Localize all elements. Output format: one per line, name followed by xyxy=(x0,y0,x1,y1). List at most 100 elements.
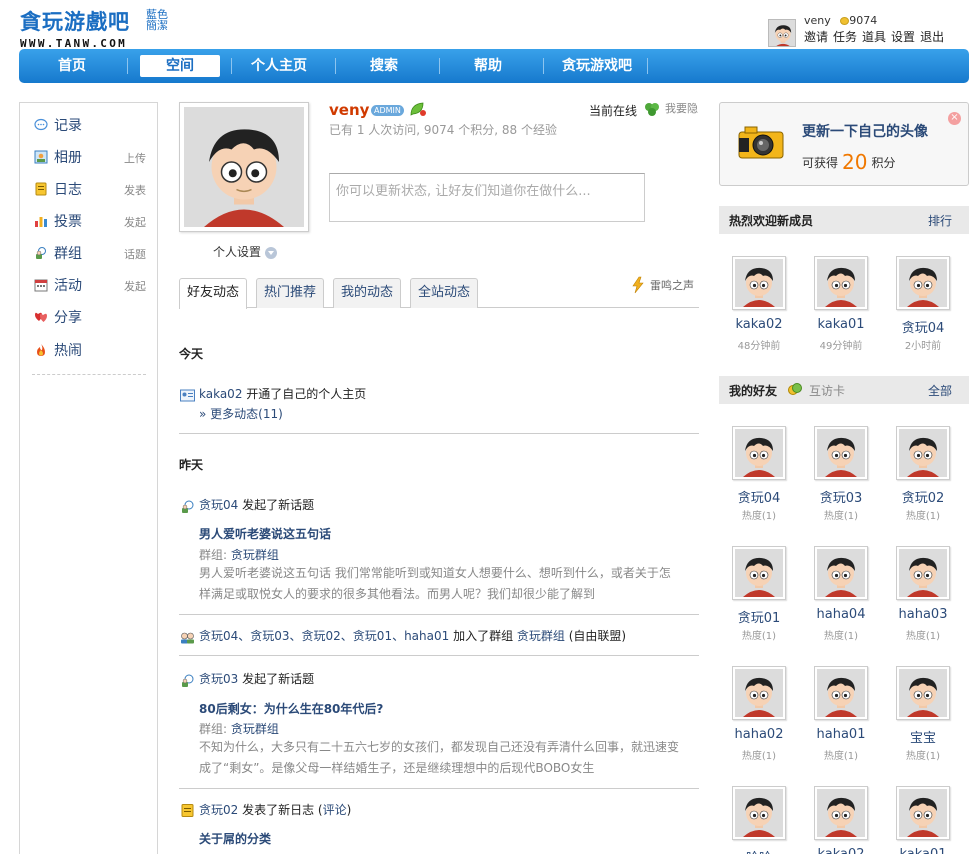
sidebar-item-group[interactable]: 群组 话题 xyxy=(34,243,146,263)
member-name[interactable]: kaka01 xyxy=(883,847,963,854)
promo-title-link[interactable]: 更新一下自己的头像 xyxy=(802,121,928,141)
member-name[interactable]: 贪玩04 xyxy=(883,317,963,336)
sidebar-action-start-event[interactable]: 发起 xyxy=(124,278,146,294)
member-name[interactable]: kaka02 xyxy=(719,317,799,332)
group-link[interactable]: 贪玩群组 xyxy=(231,722,279,736)
tab-hot-recommend[interactable]: 热门推荐 xyxy=(256,278,325,308)
member-card[interactable]: 哈哈 xyxy=(719,786,789,854)
sidebar-item-event[interactable]: 活动 发起 xyxy=(34,275,146,295)
ranking-link[interactable]: 排行 xyxy=(928,212,952,229)
topic-title-link[interactable]: 男人爱听老婆说这五句话 xyxy=(199,525,331,542)
profile-name[interactable]: veny xyxy=(329,101,369,119)
member-card[interactable]: kaka02 48分钟前 xyxy=(719,256,789,356)
member-card[interactable]: 宝宝 热度(1) xyxy=(883,666,953,766)
member-name[interactable]: 贪玩03 xyxy=(801,487,881,506)
member-avatar[interactable] xyxy=(896,546,950,600)
member-avatar[interactable] xyxy=(814,256,868,310)
member-avatar[interactable] xyxy=(896,256,950,310)
feed-users-link[interactable]: 贪玩04、贪玩03、贪玩02、贪玩01、haha01 xyxy=(199,629,449,643)
thunder-link[interactable]: 雷鸣之声 xyxy=(650,277,694,293)
member-card[interactable]: 贪玩04 2小时前 xyxy=(883,256,953,356)
tab-friends-feed[interactable]: 好友动态 xyxy=(179,278,248,309)
member-name[interactable]: haha03 xyxy=(883,607,963,622)
group-link[interactable]: 贪玩群组 xyxy=(517,629,565,643)
member-card[interactable]: haha03 热度(1) xyxy=(883,546,953,646)
member-name[interactable]: 贪玩01 xyxy=(719,607,799,626)
tab-my-feed[interactable]: 我的动态 xyxy=(333,278,402,308)
member-name[interactable]: 哈哈 xyxy=(719,847,799,854)
nav-game-bar[interactable]: 贪玩游戏吧 xyxy=(547,55,647,77)
member-avatar[interactable] xyxy=(732,786,786,840)
member-name[interactable]: kaka01 xyxy=(801,317,881,332)
member-card[interactable]: 贪玩03 热度(1) xyxy=(801,426,871,526)
sidebar-action-upload[interactable]: 上传 xyxy=(124,150,146,166)
all-friends-link[interactable]: 全部 xyxy=(928,382,952,399)
invite-link[interactable]: 邀请 xyxy=(804,30,828,44)
member-card[interactable]: kaka02 xyxy=(801,786,871,854)
member-name[interactable]: haha02 xyxy=(719,727,799,742)
feed-user-link[interactable]: 贪玩02 xyxy=(199,803,238,817)
nav-home[interactable]: 首页 xyxy=(41,55,103,77)
member-card[interactable]: 贪玩01 热度(1) xyxy=(719,546,789,646)
member-avatar[interactable] xyxy=(896,666,950,720)
topic-title-link[interactable]: 80后剩女：为什么生在80年代后? xyxy=(199,700,383,717)
sidebar-item-poll[interactable]: 投票 发起 xyxy=(34,211,146,231)
username[interactable]: veny xyxy=(804,14,831,27)
member-avatar[interactable] xyxy=(732,666,786,720)
close-icon[interactable]: × xyxy=(948,112,961,125)
site-logo[interactable]: 貪玩游戲吧 藍色簡潔 WWW.TANW.COM xyxy=(20,6,168,50)
member-name[interactable]: kaka02 xyxy=(801,847,881,854)
member-card[interactable]: kaka01 xyxy=(883,786,953,854)
member-name[interactable]: 宝宝 xyxy=(883,727,963,746)
member-name[interactable]: 贪玩02 xyxy=(883,487,963,506)
member-name[interactable]: haha04 xyxy=(801,607,881,622)
comment-link[interactable]: 评论 xyxy=(323,803,347,817)
member-avatar[interactable] xyxy=(814,546,868,600)
sidebar-action-start-poll[interactable]: 发起 xyxy=(124,214,146,230)
member-card[interactable]: haha04 热度(1) xyxy=(801,546,871,646)
member-avatar[interactable] xyxy=(814,786,868,840)
member-avatar[interactable] xyxy=(732,546,786,600)
member-avatar[interactable] xyxy=(896,786,950,840)
group-link[interactable]: 贪玩群组 xyxy=(231,548,279,562)
tools-link[interactable]: 道具 xyxy=(862,30,886,44)
sidebar-action-topic[interactable]: 话题 xyxy=(124,246,146,262)
task-link[interactable]: 任务 xyxy=(833,30,857,44)
sidebar-item-share[interactable]: 分享 xyxy=(34,307,146,327)
member-avatar[interactable] xyxy=(732,256,786,310)
nav-help[interactable]: 帮助 xyxy=(449,55,527,77)
feed-user-link[interactable]: kaka02 xyxy=(199,387,242,401)
member-avatar[interactable] xyxy=(732,426,786,480)
leaf-icon[interactable] xyxy=(409,101,427,117)
member-card[interactable]: kaka01 49分钟前 xyxy=(801,256,871,356)
sidebar-item-hot[interactable]: 热闹 xyxy=(34,340,146,360)
user-avatar[interactable] xyxy=(768,19,796,47)
more-feeds-link[interactable]: » 更多动态(11) xyxy=(199,405,283,422)
member-avatar[interactable] xyxy=(896,426,950,480)
member-name[interactable]: 贪玩04 xyxy=(719,487,799,506)
member-card[interactable]: 贪玩02 热度(1) xyxy=(883,426,953,526)
blog-title-link[interactable]: 关于屌的分类 xyxy=(199,830,271,847)
member-card[interactable]: 贪玩04 热度(1) xyxy=(719,426,789,526)
member-avatar[interactable] xyxy=(814,666,868,720)
status-input[interactable]: 你可以更新状态, 让好友们知道你在做什么... xyxy=(329,173,645,222)
profile-avatar[interactable] xyxy=(179,102,309,232)
sidebar-item-record[interactable]: 记录 xyxy=(34,115,146,135)
tab-site-feed[interactable]: 全站动态 xyxy=(410,278,479,308)
nav-space[interactable]: 空间 xyxy=(140,55,220,77)
sidebar-item-blog[interactable]: 日志 发表 xyxy=(34,179,146,199)
feed-user-link[interactable]: 贪玩03 xyxy=(199,672,238,686)
logout-link[interactable]: 退出 xyxy=(920,30,944,44)
member-avatar[interactable] xyxy=(814,426,868,480)
sidebar-item-album[interactable]: 相册 上传 xyxy=(34,147,146,167)
sidebar-action-publish[interactable]: 发表 xyxy=(124,182,146,198)
member-card[interactable]: haha02 热度(1) xyxy=(719,666,789,766)
visit-card-link[interactable]: 互访卡 xyxy=(809,382,845,399)
member-name[interactable]: haha01 xyxy=(801,727,881,742)
go-invisible-link[interactable]: 我要隐 xyxy=(665,100,698,116)
feed-user-link[interactable]: 贪玩04 xyxy=(199,498,238,512)
profile-settings-link[interactable]: 个人设置 xyxy=(213,243,278,260)
nav-search[interactable]: 搜索 xyxy=(345,55,423,77)
settings-link[interactable]: 设置 xyxy=(891,30,915,44)
nav-profile[interactable]: 个人主页 xyxy=(239,55,319,77)
